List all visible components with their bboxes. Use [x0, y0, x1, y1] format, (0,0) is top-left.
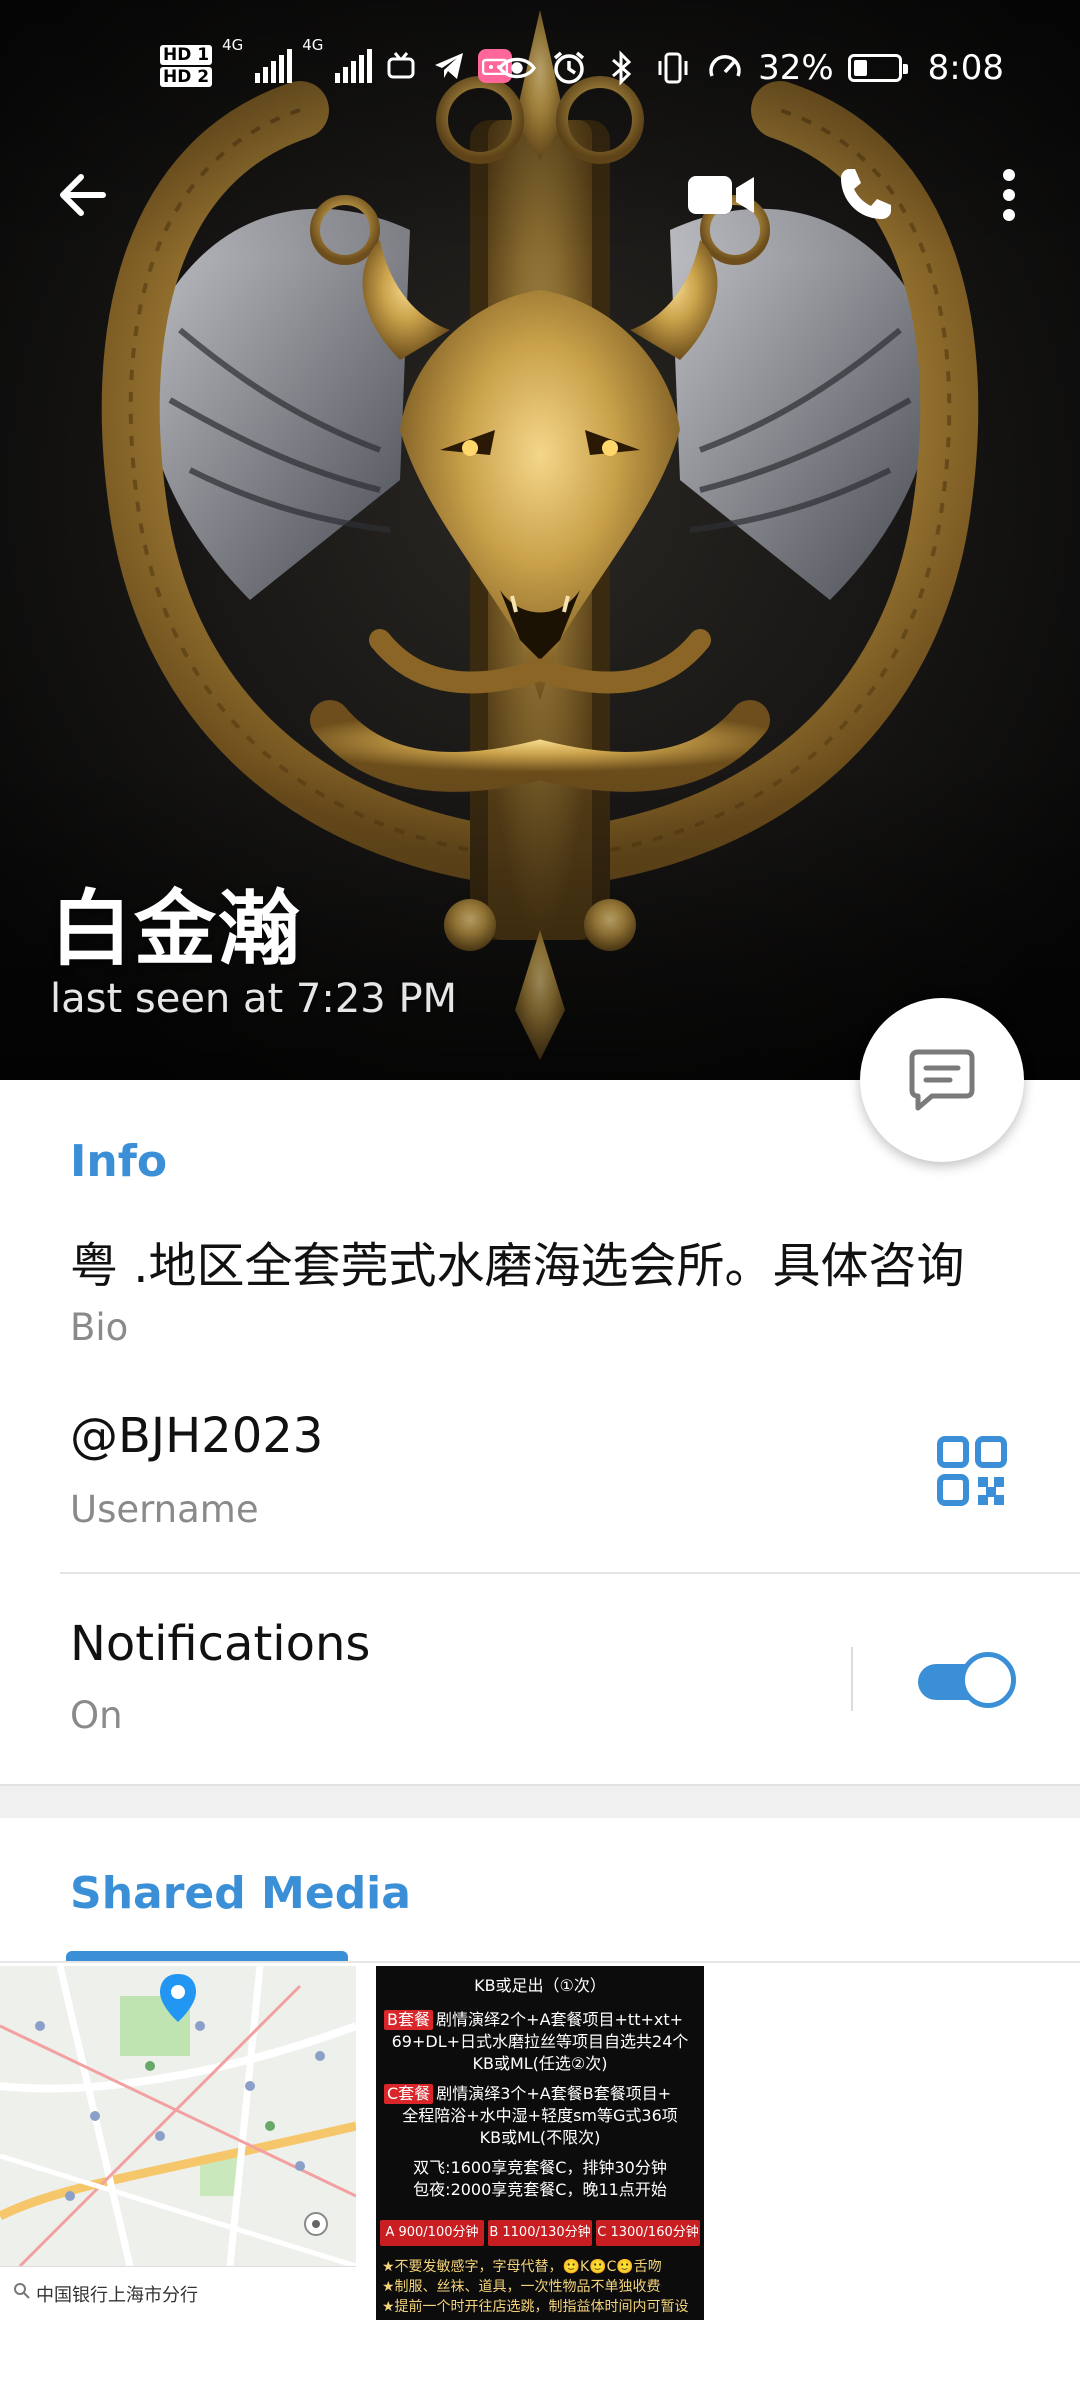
- profile-header: HD 1 HD 2 4G 4G 32% 8:08 白金瀚 last seen a…: [0, 0, 1080, 1080]
- notifications-title[interactable]: Notifications: [70, 1616, 370, 1672]
- profile-name: 白金瀚: [50, 882, 303, 977]
- promo-c-line2: 全程陪浴+水中湿+轻度sm等G式36项: [402, 2106, 678, 2125]
- status-right: 32% 8:08: [498, 40, 1004, 96]
- price-c: C 1300/160分钟: [596, 2220, 700, 2246]
- video-call-button[interactable]: [676, 150, 766, 240]
- hd2-label: HD 2: [160, 67, 213, 87]
- promo-b-tag: B套餐: [384, 2010, 433, 2030]
- info-section: Info 粤 .地区全套莞式水磨海选会所。具体咨询 Bio @BJH2023 U…: [0, 1080, 1080, 1784]
- network1-label: 4G: [222, 36, 244, 54]
- map-caption-text: 中国银行上海市分行: [36, 2284, 198, 2306]
- send-message-button[interactable]: [860, 998, 1024, 1162]
- tab-indicator: [66, 1951, 348, 1961]
- battery-percent: 32%: [758, 48, 834, 88]
- notifications-toggle[interactable]: [914, 1648, 1018, 1710]
- promo-foot3: ★提前一个时开往店选跳，制指益体时间内可暂设: [382, 2299, 689, 2315]
- promo-note1: 双飞:1600享竞套餐C，排钟30分钟: [413, 2158, 667, 2177]
- bluetooth-icon: [602, 49, 640, 87]
- hd1-label: HD 1: [160, 45, 213, 65]
- map-image: [0, 1966, 356, 2269]
- status-bar: HD 1 HD 2 4G 4G 32% 8:08: [0, 0, 1080, 130]
- profile-screen: HD 1 HD 2 4G 4G 32% 8:08 白金瀚 last seen a…: [0, 0, 1080, 2400]
- username-label: Username: [70, 1488, 259, 1531]
- promo-foot2: ★制服、丝袜、道具，一次性物品不单独收费: [382, 2279, 661, 2295]
- username-value[interactable]: @BJH2023: [70, 1408, 323, 1464]
- promo-b-row: B套餐 剧情演绎2个+A套餐项目+tt+xt+: [384, 2010, 696, 2030]
- more-button[interactable]: [964, 150, 1054, 240]
- speed-icon: [706, 49, 744, 87]
- promo-line1: KB或足出（①次）: [474, 1976, 606, 1995]
- voice-call-button[interactable]: [820, 150, 910, 240]
- tv-icon: [382, 47, 420, 85]
- phone-icon: [841, 169, 891, 219]
- promo-b-line1: 剧情演绎2个+A套餐项目+tt+xt+: [435, 2010, 684, 2029]
- qr-code-icon[interactable]: [936, 1435, 1008, 1507]
- promo-b-line3: KB或ML(任选②次): [472, 2054, 608, 2073]
- hd-indicator: HD 1 HD 2: [160, 44, 213, 88]
- network2-label: 4G: [302, 36, 324, 54]
- search-icon: [14, 2283, 30, 2304]
- promo-note2: 包夜:2000享竞套餐C，晚11点开始: [413, 2180, 667, 2199]
- back-button[interactable]: [38, 150, 128, 240]
- info-title: Info: [70, 1136, 168, 1187]
- shared-media-tab[interactable]: Shared Media: [70, 1868, 411, 1919]
- promo-c-tag: C套餐: [384, 2084, 434, 2104]
- media-thumb-promo[interactable]: KB或足出（①次） B套餐 剧情演绎2个+A套餐项目+tt+xt+ 69+DL+日…: [376, 1966, 704, 2320]
- shared-media-section: Shared Media 中国银行上海市分行 KB或足出（①次） B套餐 剧情演…: [0, 1818, 1080, 2400]
- message-icon: [909, 1049, 975, 1111]
- price-b: B 1100/130分钟: [488, 2220, 592, 2246]
- price-a: A 900/100分钟: [380, 2220, 484, 2246]
- notifications-divider: [851, 1647, 853, 1711]
- eye-icon: [498, 49, 537, 87]
- bio-label: Bio: [70, 1306, 129, 1349]
- promo-c-row: C套餐 剧情演绎3个+A套餐B套餐项目+: [384, 2084, 696, 2104]
- arrow-left-icon: [60, 174, 106, 216]
- toggle-knob: [960, 1652, 1016, 1708]
- media-thumb-map[interactable]: 中国银行上海市分行: [0, 1966, 356, 2320]
- section-gap: [0, 1784, 1080, 1818]
- battery-icon: [847, 54, 908, 82]
- telegram-icon: [430, 47, 468, 85]
- last-seen-status: last seen at 7:23 PM: [50, 976, 458, 1022]
- media-divider: [0, 1961, 1080, 1963]
- signal2-icon: [335, 49, 373, 83]
- alarm-icon: [550, 49, 588, 87]
- map-caption: 中国银行上海市分行: [0, 2266, 356, 2320]
- promo-prices: A 900/100分钟 B 1100/130分钟 C 1300/160分钟: [380, 2220, 700, 2246]
- vibrate-icon: [654, 49, 692, 87]
- promo-b-line2: 69+DL+日式水磨拉丝等项目自选共24个: [391, 2032, 689, 2051]
- status-left: HD 1 HD 2 4G 4G: [160, 36, 513, 96]
- promo-foot1: ★不要发敏感字，字母代替，🙂K🙂C🙂舌吻: [382, 2259, 662, 2275]
- clock: 8:08: [927, 48, 1004, 88]
- bio-value[interactable]: 粤 .地区全套莞式水磨海选会所。具体咨询: [70, 1226, 965, 1296]
- info-divider: [60, 1572, 1080, 1574]
- video-camera-icon: [688, 176, 754, 214]
- notifications-status: On: [70, 1694, 123, 1737]
- promo-c-line3: KB或ML(不限次): [479, 2128, 601, 2147]
- more-vertical-icon: [1003, 169, 1015, 221]
- signal1-icon: [255, 49, 293, 83]
- promo-c-line1: 剧情演绎3个+A套餐B套餐项目+: [436, 2084, 672, 2103]
